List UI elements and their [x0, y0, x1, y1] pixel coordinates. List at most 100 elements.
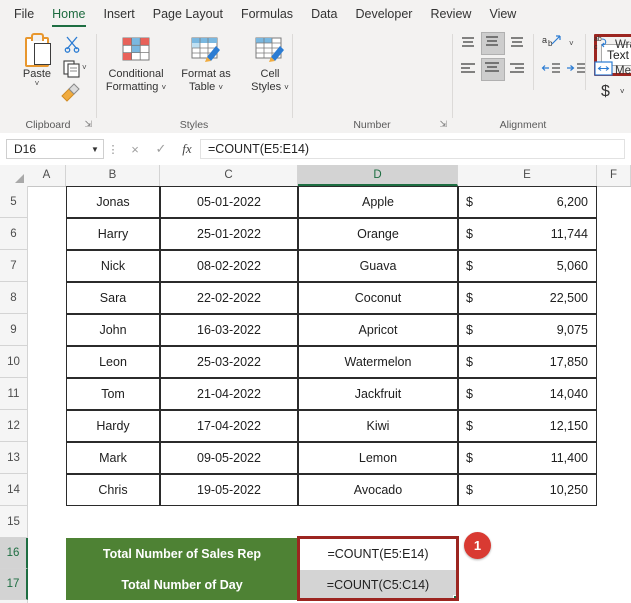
format-as-table-button[interactable]: Format as Table ˅	[169, 32, 243, 94]
cell-B5[interactable]: Jonas	[66, 186, 160, 218]
row-header-11[interactable]: 11	[0, 378, 28, 410]
cell-D14[interactable]: Avocado	[298, 474, 458, 506]
cell-D5[interactable]: Apple	[298, 186, 458, 218]
insert-function-icon[interactable]: fx	[174, 141, 200, 157]
cell-E5[interactable]: $ 6,200	[458, 186, 597, 218]
column-header-c[interactable]: C	[160, 165, 298, 186]
decrease-indent-icon[interactable]	[541, 60, 563, 80]
tab-insert[interactable]: Insert	[95, 0, 144, 28]
align-middle-icon[interactable]	[481, 32, 505, 55]
cell-B8[interactable]: Sara	[66, 282, 160, 314]
copy-dropdown-caret[interactable]: ˅	[82, 64, 87, 72]
column-header-b[interactable]: B	[66, 165, 160, 186]
cell-C8[interactable]: 22-02-2022	[160, 282, 298, 314]
align-top-icon[interactable]	[458, 34, 480, 54]
cell-E12[interactable]: $ 12,150	[458, 410, 597, 442]
row-header-12[interactable]: 12	[0, 410, 28, 442]
cell-C6[interactable]: 25-01-2022	[160, 218, 298, 250]
cell-C13[interactable]: 09-05-2022	[160, 442, 298, 474]
row-header-8[interactable]: 8	[0, 282, 28, 314]
row-header-15[interactable]: 15	[0, 506, 28, 538]
tab-review[interactable]: Review	[421, 0, 480, 28]
text-orientation-icon[interactable]: a b	[541, 33, 567, 53]
cell-B17-label[interactable]: Total Number of Day	[66, 569, 298, 600]
cell-B12[interactable]: Hardy	[66, 410, 160, 442]
row-header-5[interactable]: 5	[0, 186, 28, 218]
cell-E9[interactable]: $ 9,075	[458, 314, 597, 346]
cell-E6[interactable]: $ 11,744	[458, 218, 597, 250]
cell-B14[interactable]: Chris	[66, 474, 160, 506]
cell-E13[interactable]: $ 11,400	[458, 442, 597, 474]
tab-page-layout[interactable]: Page Layout	[144, 0, 232, 28]
column-header-d[interactable]: D	[298, 165, 458, 186]
cell-D7[interactable]: Guava	[298, 250, 458, 282]
tab-view[interactable]: View	[480, 0, 525, 28]
paste-button[interactable]: Paste ˅	[14, 33, 60, 88]
column-header-f[interactable]: F	[597, 165, 631, 186]
row-header-9[interactable]: 9	[0, 314, 28, 346]
cell-E8[interactable]: $ 22,500	[458, 282, 597, 314]
formula-input[interactable]: =COUNT(E5:E14)	[200, 139, 625, 159]
merge-cells-icon[interactable]	[593, 59, 615, 79]
cell-E11[interactable]: $ 14,040	[458, 378, 597, 410]
name-box[interactable]: D16 ▼	[6, 139, 104, 159]
cell-D10[interactable]: Watermelon	[298, 346, 458, 378]
conditional-formatting-button[interactable]: Conditional Formatting ˅	[99, 32, 173, 94]
cell-B10[interactable]: Leon	[66, 346, 160, 378]
align-bottom-icon[interactable]	[507, 34, 529, 54]
row-header-10[interactable]: 10	[0, 346, 28, 378]
format-painter-icon[interactable]	[58, 82, 80, 102]
cell-B13[interactable]: Mark	[66, 442, 160, 474]
cell-D9[interactable]: Apricot	[298, 314, 458, 346]
cell-D13[interactable]: Lemon	[298, 442, 458, 474]
column-header-e[interactable]: E	[458, 165, 597, 186]
cell-B9[interactable]: John	[66, 314, 160, 346]
row-header-6[interactable]: 6	[0, 218, 28, 250]
row-header-17[interactable]: 17	[0, 569, 28, 600]
copy-icon[interactable]	[62, 58, 84, 78]
tab-data[interactable]: Data	[302, 0, 346, 28]
cell-C14[interactable]: 19-05-2022	[160, 474, 298, 506]
clipboard-dialog-launcher[interactable]: ⇲	[84, 119, 92, 130]
align-left-icon[interactable]	[458, 60, 480, 80]
row-header-14[interactable]: 14	[0, 474, 28, 506]
cell-C11[interactable]: 21-04-2022	[160, 378, 298, 410]
wrap-text-label[interactable]: Wra	[615, 39, 631, 51]
tab-file[interactable]: File	[0, 0, 43, 28]
cell-B6[interactable]: Harry	[66, 218, 160, 250]
paste-dropdown-caret[interactable]: ˅	[14, 80, 60, 88]
row-header-13[interactable]: 13	[0, 442, 28, 474]
enter-icon[interactable]: ✓	[148, 141, 174, 157]
cell-C10[interactable]: 25-03-2022	[160, 346, 298, 378]
align-center-icon[interactable]	[481, 58, 505, 81]
cell-C12[interactable]: 17-04-2022	[160, 410, 298, 442]
select-all-corner[interactable]	[0, 165, 29, 186]
name-box-chevron-down-icon[interactable]: ▼	[87, 145, 103, 154]
number-dialog-launcher[interactable]: ⇲	[439, 119, 447, 130]
text-orientation-caret[interactable]: ˅	[569, 40, 574, 48]
cell-D11[interactable]: Jackfruit	[298, 378, 458, 410]
row-header-16[interactable]: 16	[0, 538, 28, 569]
cell-B11[interactable]: Tom	[66, 378, 160, 410]
cell-D8[interactable]: Coconut	[298, 282, 458, 314]
tab-formulas[interactable]: Formulas	[232, 0, 302, 28]
cell-C7[interactable]: 08-02-2022	[160, 250, 298, 282]
merge-center-label[interactable]: Me	[615, 65, 631, 77]
cell-C9[interactable]: 16-03-2022	[160, 314, 298, 346]
column-header-a[interactable]: A	[28, 165, 66, 186]
cancel-icon[interactable]: ×	[122, 142, 148, 157]
cell-D6[interactable]: Orange	[298, 218, 458, 250]
cell-E10[interactable]: $ 17,850	[458, 346, 597, 378]
align-right-icon[interactable]	[507, 60, 529, 80]
scissors-cut-icon[interactable]	[62, 34, 84, 54]
cell-E7[interactable]: $ 5,060	[458, 250, 597, 282]
cell-D12[interactable]: Kiwi	[298, 410, 458, 442]
cell-E14[interactable]: $ 10,250	[458, 474, 597, 506]
cell-B7[interactable]: Nick	[66, 250, 160, 282]
cell-B16-label[interactable]: Total Number of Sales Rep	[66, 538, 298, 569]
row-header-7[interactable]: 7	[0, 250, 28, 282]
cell-C5[interactable]: 05-01-2022	[160, 186, 298, 218]
tab-home[interactable]: Home	[43, 0, 94, 28]
wrap-text-icon[interactable]: ab c	[593, 33, 615, 53]
tab-developer[interactable]: Developer	[346, 0, 421, 28]
